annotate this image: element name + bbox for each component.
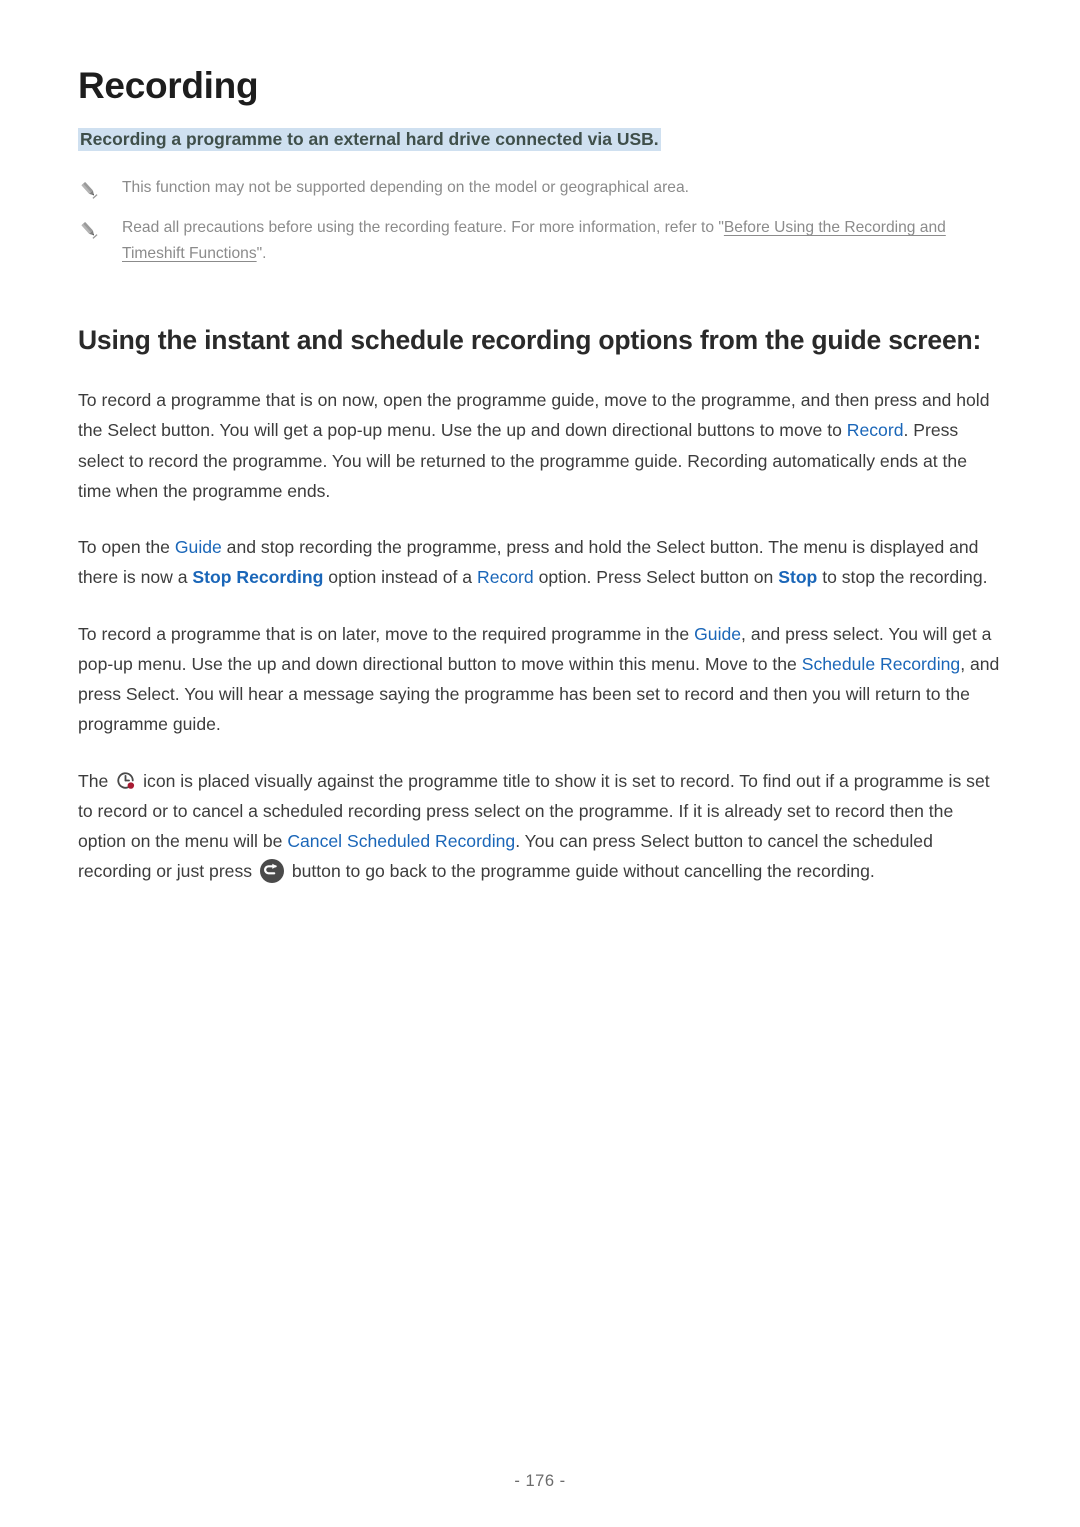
document-page: Recording Recording a programme to an ex… [0,0,1080,1527]
para2-text-1: To open the [78,537,175,558]
para2-text-4: option. Press Select button on [533,567,779,588]
link-schedule-recording[interactable]: Schedule Recording [802,654,960,674]
notes-list: This function may not be supported depen… [78,175,1002,267]
body-content: To record a programme that is on now, op… [78,385,1002,887]
paragraph-stop-recording: To open the Guide and stop recording the… [78,532,1002,593]
return-icon [259,858,285,884]
note-text: Read all precautions before using the re… [122,215,1002,267]
note-text: This function may not be supported depen… [122,175,1002,201]
page-subtitle: Recording a programme to an external har… [78,127,661,151]
pencil-icon [78,219,100,241]
paragraph-instant-record: To record a programme that is on now, op… [78,385,1002,506]
page-title: Recording [78,65,259,106]
para3-text-1: To record a programme that is on later, … [78,623,695,644]
link-record[interactable]: Record [477,567,534,587]
note-text-lead: Read all precautions before using the re… [122,219,724,236]
note-text-main: This function may not be supported depen… [122,179,689,196]
pencil-icon [78,179,100,201]
note-item: Read all precautions before using the re… [78,215,1002,267]
record-clock-icon [115,770,136,791]
page-number-footer: - 176 - [514,1472,566,1490]
note-item: This function may not be supported depen… [78,175,1002,201]
para4-text-4: button to go back to the programme guide… [286,861,875,882]
section-heading: Using the instant and schedule recording… [78,324,982,355]
para2-text-3: option instead of a [323,567,477,588]
para4-text-1: The [78,770,114,791]
para2-text-5: to stop the recording. [817,567,988,588]
paragraph-cancel-scheduled: The icon is placed visually against the … [78,766,1002,887]
link-guide[interactable]: Guide [694,624,741,644]
link-guide[interactable]: Guide [175,537,222,557]
link-stop[interactable]: Stop [778,567,817,587]
link-cancel-scheduled-recording[interactable]: Cancel Scheduled Recording [287,831,515,851]
link-record[interactable]: Record [847,420,904,440]
subtitle-highlight-row: Recording a programme to an external har… [78,125,1002,153]
link-stop-recording[interactable]: Stop Recording [192,567,323,587]
paragraph-schedule-recording: To record a programme that is on later, … [78,619,1002,740]
note-text-tail: ". [256,244,267,262]
